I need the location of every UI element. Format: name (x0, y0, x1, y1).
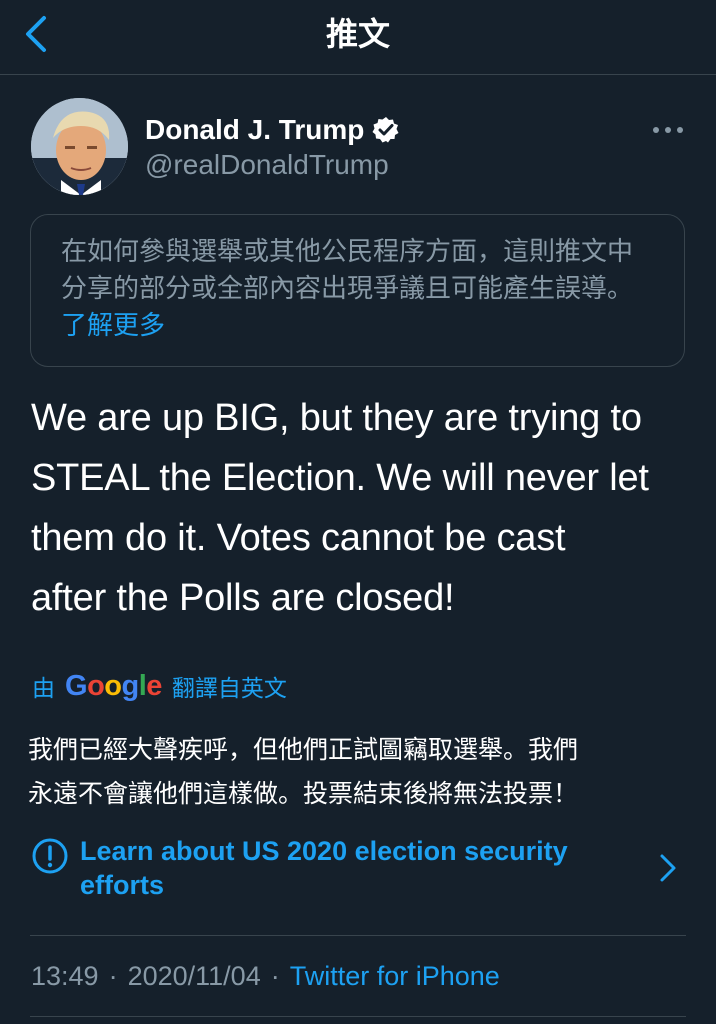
translated-text: 我們已經大聲疾呼，但他們正試圖竊取選舉。我們 永遠不會讓他們這樣做。投票結束後將… (28, 728, 698, 816)
author-name-label: Donald J. Trump (145, 114, 365, 145)
tweet-text-line: them do it. Votes cannot be cast (31, 517, 566, 559)
verified-badge-icon (372, 117, 399, 143)
translated-line: 我們已經大聲疾呼，但他們正試圖竊取選舉。我們 (28, 736, 579, 764)
divider (30, 935, 686, 936)
info-icon (32, 838, 68, 874)
tweet-text-line: We are up BIG, but they are trying to (31, 397, 642, 439)
tweet-text: We are up BIG, but they are trying to ST… (31, 388, 701, 628)
author-name[interactable]: Donald J. Trump (145, 112, 400, 148)
translation-attribution[interactable]: 由 Google 翻譯自英文 (32, 666, 287, 706)
election-security-link[interactable]: Learn about US 2020 election security ef… (32, 834, 692, 904)
translation-suffix: 翻譯自英文 (171, 675, 287, 701)
chevron-right-icon (660, 854, 676, 882)
avatar[interactable] (31, 98, 128, 195)
notice-text: 在如何參與選舉或其他公民程序方面，這則推文中分享的部分或全部內容出現爭議且可能產… (61, 236, 634, 303)
navigation-bar: 推文 (0, 0, 716, 75)
tweet-text-line: STEAL the Election. We will never let (31, 457, 649, 499)
tweet-metadata: 13:49 · 2020/11/04 · Twitter for iPhone (31, 956, 500, 996)
tweet-text-line: after the Polls are closed! (31, 577, 455, 619)
google-logo: Google (65, 669, 162, 702)
election-security-text: Learn about US 2020 election security ef… (80, 834, 640, 902)
election-security-line: efforts (80, 870, 165, 900)
meta-separator: · (108, 961, 118, 991)
election-security-line: Learn about US 2020 election security (80, 836, 568, 866)
meta-separator: · (270, 961, 280, 991)
more-options-icon (653, 127, 683, 133)
author-handle[interactable]: @realDonaldTrump (145, 148, 389, 182)
translation-prefix: 由 (32, 675, 55, 701)
more-options-button[interactable] (650, 118, 686, 142)
misleading-content-notice: 在如何參與選舉或其他公民程序方面，這則推文中分享的部分或全部內容出現爭議且可能產… (30, 214, 685, 367)
divider (30, 1016, 686, 1017)
page-title: 推文 (325, 16, 390, 52)
tweet-date: 2020/11/04 (127, 961, 261, 991)
learn-more-link[interactable]: 了解更多 (61, 310, 165, 340)
translated-line: 永遠不會讓他們這樣做。投票結束後將無法投票！ (28, 780, 579, 808)
tweet-time: 13:49 (31, 961, 99, 991)
tweet-source-link[interactable]: Twitter for iPhone (290, 961, 500, 991)
